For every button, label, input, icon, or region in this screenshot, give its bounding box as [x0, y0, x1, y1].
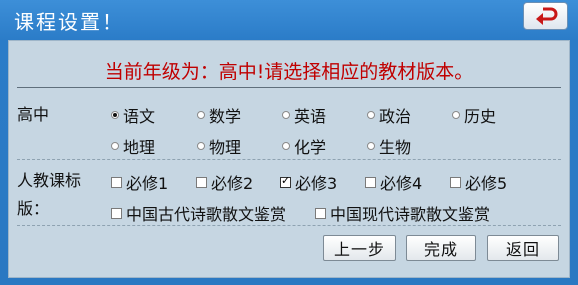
- radio-icon[interactable]: [282, 111, 290, 119]
- return-arrow-icon: [536, 7, 558, 25]
- edition-option-modern-poetry[interactable]: 中国现代诗歌散文鉴赏: [315, 201, 490, 225]
- radio-icon[interactable]: [282, 142, 290, 150]
- radio-icon[interactable]: [197, 142, 205, 150]
- edition-option-required1[interactable]: 必修1: [111, 170, 168, 194]
- subject-option-geography[interactable]: 地理: [111, 134, 155, 158]
- edition-option-required3[interactable]: 必修3: [280, 170, 337, 194]
- checkbox-icon[interactable]: [365, 176, 376, 188]
- divider: [17, 225, 561, 226]
- finish-button[interactable]: 完成: [406, 235, 476, 261]
- subject-section-label: 高中: [17, 105, 50, 124]
- edition-option-required2[interactable]: 必修2: [196, 170, 253, 194]
- subject-option-physics[interactable]: 物理: [197, 134, 241, 158]
- radio-icon[interactable]: [197, 111, 205, 119]
- subject-option-math[interactable]: 数学: [197, 103, 241, 127]
- subject-option-english[interactable]: 英语: [282, 103, 326, 127]
- divider: [17, 87, 561, 88]
- back-button[interactable]: 返回: [487, 235, 559, 261]
- subject-option-history[interactable]: 历史: [452, 103, 496, 127]
- checkbox-icon[interactable]: [111, 176, 122, 188]
- radio-selected-icon[interactable]: [111, 111, 119, 119]
- subject-option-chinese[interactable]: 语文: [111, 103, 155, 127]
- subject-option-politics[interactable]: 政治: [367, 103, 411, 127]
- course-settings-window: 课程设置！ 当前年级为：高中!请选择相应的教材版本。 高中 语文 数学 英语 政…: [0, 0, 578, 285]
- return-button[interactable]: [523, 2, 568, 30]
- window-title: 课程设置！: [14, 10, 124, 34]
- checkbox-icon[interactable]: [196, 176, 207, 188]
- prev-step-button[interactable]: 上一步: [323, 235, 396, 261]
- checkbox-icon[interactable]: [111, 207, 122, 219]
- radio-icon[interactable]: [111, 142, 119, 150]
- edition-label-line1: 人教课标: [17, 171, 82, 190]
- settings-panel: 当前年级为：高中!请选择相应的教材版本。 高中 语文 数学 英语 政治 历史 地…: [8, 40, 570, 278]
- divider: [17, 159, 561, 160]
- titlebar: 课程设置！: [0, 0, 578, 38]
- subject-option-biology[interactable]: 生物: [367, 134, 411, 158]
- grade-headline: 当前年级为：高中!请选择相应的教材版本。: [104, 61, 474, 83]
- radio-icon[interactable]: [367, 111, 375, 119]
- edition-label-line2: 版：: [17, 199, 50, 218]
- subject-option-chemistry[interactable]: 化学: [282, 134, 326, 158]
- checkbox-icon[interactable]: [315, 207, 326, 219]
- checkbox-icon[interactable]: [450, 176, 461, 188]
- edition-option-required5[interactable]: 必修5: [450, 170, 507, 194]
- edition-option-required4[interactable]: 必修4: [365, 170, 422, 194]
- radio-icon[interactable]: [452, 111, 460, 119]
- checkbox-checked-icon[interactable]: [280, 174, 291, 188]
- edition-option-ancient-poetry[interactable]: 中国古代诗歌散文鉴赏: [111, 201, 286, 225]
- radio-icon[interactable]: [367, 142, 375, 150]
